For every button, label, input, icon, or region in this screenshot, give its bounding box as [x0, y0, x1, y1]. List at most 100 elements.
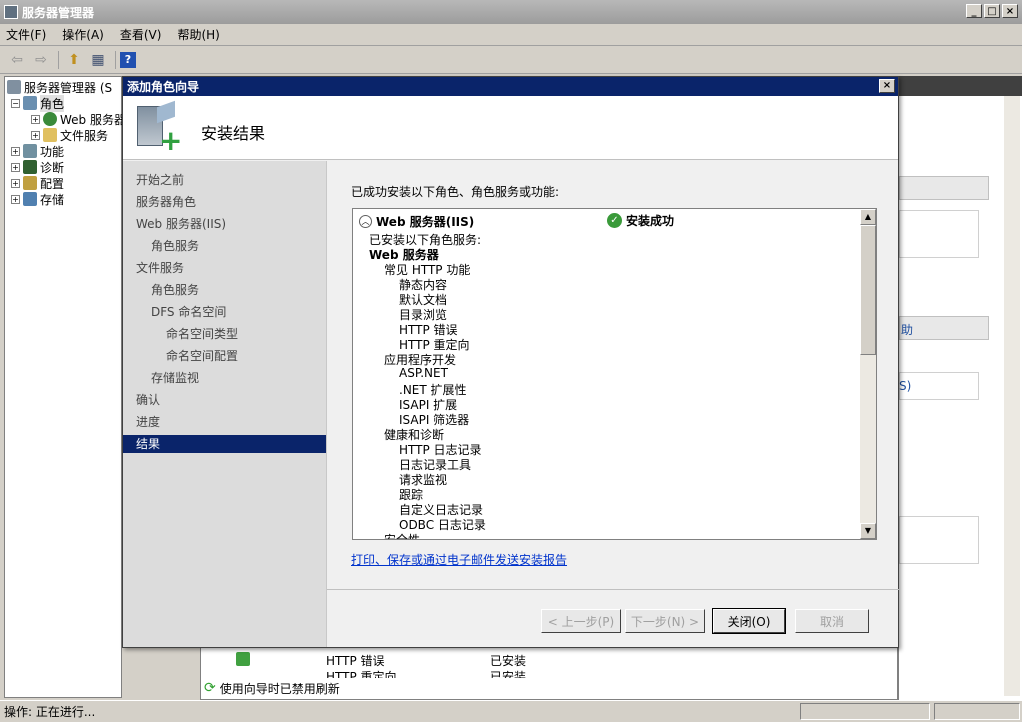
- result-status: 安装成功: [626, 214, 675, 228]
- tree-item-server-manager[interactable]: 服务器管理器 (S: [7, 79, 112, 95]
- forward-arrow-icon[interactable]: ⇨: [30, 49, 52, 71]
- intro-text: 已成功安装以下角色、角色服务或功能:: [351, 185, 560, 199]
- nav-step-namespace-type[interactable]: 命名空间类型: [123, 325, 326, 343]
- status-text: 操作: 正在进行...: [4, 705, 96, 719]
- background-scrollbar[interactable]: [1004, 96, 1020, 696]
- background-help-text: 助: [901, 323, 914, 337]
- dialog-titlebar: 添加角色向导 ×: [123, 77, 898, 96]
- background-row-name: HTTP 重定向: [326, 670, 397, 678]
- menu-file[interactable]: 文件(F): [6, 26, 46, 43]
- tree-item-storage[interactable]: + 存储: [11, 191, 64, 207]
- next-button[interactable]: 下一步(N) >: [625, 609, 705, 633]
- background-row-status: 已安装: [490, 670, 527, 678]
- nav-step-web-role-services[interactable]: 角色服务: [123, 237, 326, 255]
- collapse-icon[interactable]: −: [11, 98, 20, 108]
- background-list: HTTP 错误 已安装 HTTP 重定向 已安装: [204, 648, 760, 678]
- menu-view[interactable]: 查看(V): [120, 26, 162, 43]
- show-hide-tree-icon[interactable]: ▦: [87, 49, 109, 71]
- tree-item-diagnostics[interactable]: + 诊断: [11, 159, 64, 175]
- tree-item-label: 服务器管理器 (S: [24, 80, 113, 95]
- dialog-close-button[interactable]: ×: [879, 79, 895, 93]
- nav-step-web-server-iis[interactable]: Web 服务器(IIS): [123, 215, 326, 233]
- result-line: 安全性: [384, 531, 420, 539]
- results-content: 已成功安装以下角色、角色服务或功能: ︿ Web 服务器(IIS) ✓ 安装成功…: [326, 161, 899, 647]
- results-list: ︿ Web 服务器(IIS) ✓ 安装成功 已安装以下角色服务: Web 服务器常…: [352, 208, 877, 540]
- success-check-icon: ✓: [607, 213, 622, 228]
- window-titlebar: 服务器管理器 _ □ ×: [0, 0, 1022, 24]
- tree-item-file-services[interactable]: + 文件服务: [31, 127, 108, 143]
- tree-item-configuration[interactable]: + 配置: [11, 175, 64, 191]
- tree-item-label: 存储: [40, 192, 65, 207]
- refresh-notice-text: 使用向导时已禁用刷新: [219, 681, 340, 696]
- collapse-chevron-icon[interactable]: ︿: [359, 215, 372, 228]
- tree-item-web-server[interactable]: + Web 服务器: [31, 111, 126, 127]
- background-row-status: 已安装: [490, 654, 527, 668]
- close-button[interactable]: 关闭(O): [712, 608, 786, 634]
- tree-item-label: 文件服务: [60, 128, 109, 143]
- features-icon: [23, 144, 37, 158]
- menu-action[interactable]: 操作(A): [62, 26, 104, 43]
- result-role-name: Web 服务器(IIS): [376, 215, 475, 229]
- close-window-button[interactable]: ×: [1002, 4, 1018, 18]
- tree-item-label: 功能: [40, 144, 65, 159]
- result-line: ASP.NET: [399, 366, 448, 380]
- expand-icon[interactable]: +: [11, 146, 20, 156]
- expand-icon[interactable]: +: [31, 114, 40, 124]
- storage-icon: [23, 192, 37, 206]
- navigation-tree: 服务器管理器 (S − 角色 + Web 服务器 + 文件服务 + 功能 + 诊…: [4, 76, 126, 698]
- scroll-thumb[interactable]: [860, 225, 876, 355]
- menu-help[interactable]: 帮助(H): [177, 26, 219, 43]
- server-roles-icon: +: [137, 100, 182, 155]
- up-folder-icon[interactable]: ⬆: [63, 49, 85, 71]
- tree-item-roles[interactable]: − 角色: [11, 94, 65, 112]
- nav-step-server-roles[interactable]: 服务器角色: [123, 193, 326, 211]
- roles-icon: [23, 96, 37, 110]
- expand-icon[interactable]: +: [11, 178, 20, 188]
- nav-step-namespace-config[interactable]: 命名空间配置: [123, 347, 326, 365]
- previous-button[interactable]: < 上一步(P): [541, 609, 621, 633]
- nav-step-before-you-begin[interactable]: 开始之前: [123, 171, 326, 189]
- wizard-steps-nav: 开始之前 服务器角色 Web 服务器(IIS) 角色服务 文件服务 角色服务 D…: [123, 161, 326, 647]
- window-title: 服务器管理器: [22, 5, 95, 20]
- add-roles-wizard-dialog: 添加角色向导 × + 安装结果 开始之前 服务器角色 Web 服务器(IIS) …: [122, 76, 899, 648]
- scroll-up-arrow-icon[interactable]: ▲: [860, 209, 876, 225]
- results-scrollbar[interactable]: ▲ ▼: [860, 209, 876, 539]
- toolbar: ⇦ ⇨ ⬆ ▦ ?: [0, 46, 1022, 74]
- dialog-title: 添加角色向导: [127, 80, 200, 94]
- nav-step-file-role-services[interactable]: 角色服务: [123, 281, 326, 299]
- dialog-header: + 安装结果: [123, 96, 898, 160]
- scroll-down-arrow-icon[interactable]: ▼: [860, 523, 876, 539]
- tree-item-features[interactable]: + 功能: [11, 143, 64, 159]
- nav-step-storage-monitoring[interactable]: 存储监视: [123, 369, 326, 387]
- nav-step-file-services[interactable]: 文件服务: [123, 259, 326, 277]
- folder-icon: [43, 128, 57, 142]
- server-icon: [7, 80, 21, 94]
- help-icon[interactable]: ?: [120, 51, 136, 68]
- background-row-name: HTTP 错误: [326, 654, 385, 668]
- menu-bar: 文件(F) 操作(A) 查看(V) 帮助(H): [0, 24, 1022, 46]
- maximize-button[interactable]: □: [984, 4, 1000, 18]
- diagnostics-icon: [23, 160, 37, 174]
- tree-item-label: 角色: [40, 94, 65, 112]
- background-right-pane: 助 S): [898, 76, 1022, 700]
- expand-icon[interactable]: +: [31, 130, 40, 140]
- expand-icon[interactable]: +: [11, 194, 20, 204]
- nav-step-confirmation[interactable]: 确认: [123, 391, 326, 409]
- tree-item-label: 诊断: [40, 160, 65, 175]
- nav-step-dfs-namespace[interactable]: DFS 命名空间: [123, 303, 326, 321]
- status-bar: 操作: 正在进行...: [0, 700, 1022, 722]
- refresh-notice: ⟳ 使用向导时已禁用刷新: [204, 678, 340, 698]
- cancel-button[interactable]: 取消: [795, 609, 869, 633]
- globe-icon: [43, 112, 57, 126]
- result-lines: 已安装以下角色服务: Web 服务器 常见 HTTP 功能 静态内容 默认文档 目录浏览 H…: [353, 231, 859, 539]
- nav-step-results[interactable]: 结果: [123, 435, 326, 453]
- minimize-button[interactable]: _: [966, 4, 982, 18]
- expand-icon[interactable]: +: [11, 162, 20, 172]
- dialog-header-title: 安装结果: [201, 124, 266, 143]
- refresh-disabled-icon: ⟳: [204, 680, 216, 696]
- nav-step-progress[interactable]: 进度: [123, 413, 326, 431]
- tree-item-label: Web 服务器: [60, 112, 126, 127]
- back-arrow-icon[interactable]: ⇦: [6, 49, 28, 71]
- report-link[interactable]: 打印、保存或通过电子邮件发送安装报告: [351, 551, 567, 568]
- background-s-text: S): [899, 379, 912, 393]
